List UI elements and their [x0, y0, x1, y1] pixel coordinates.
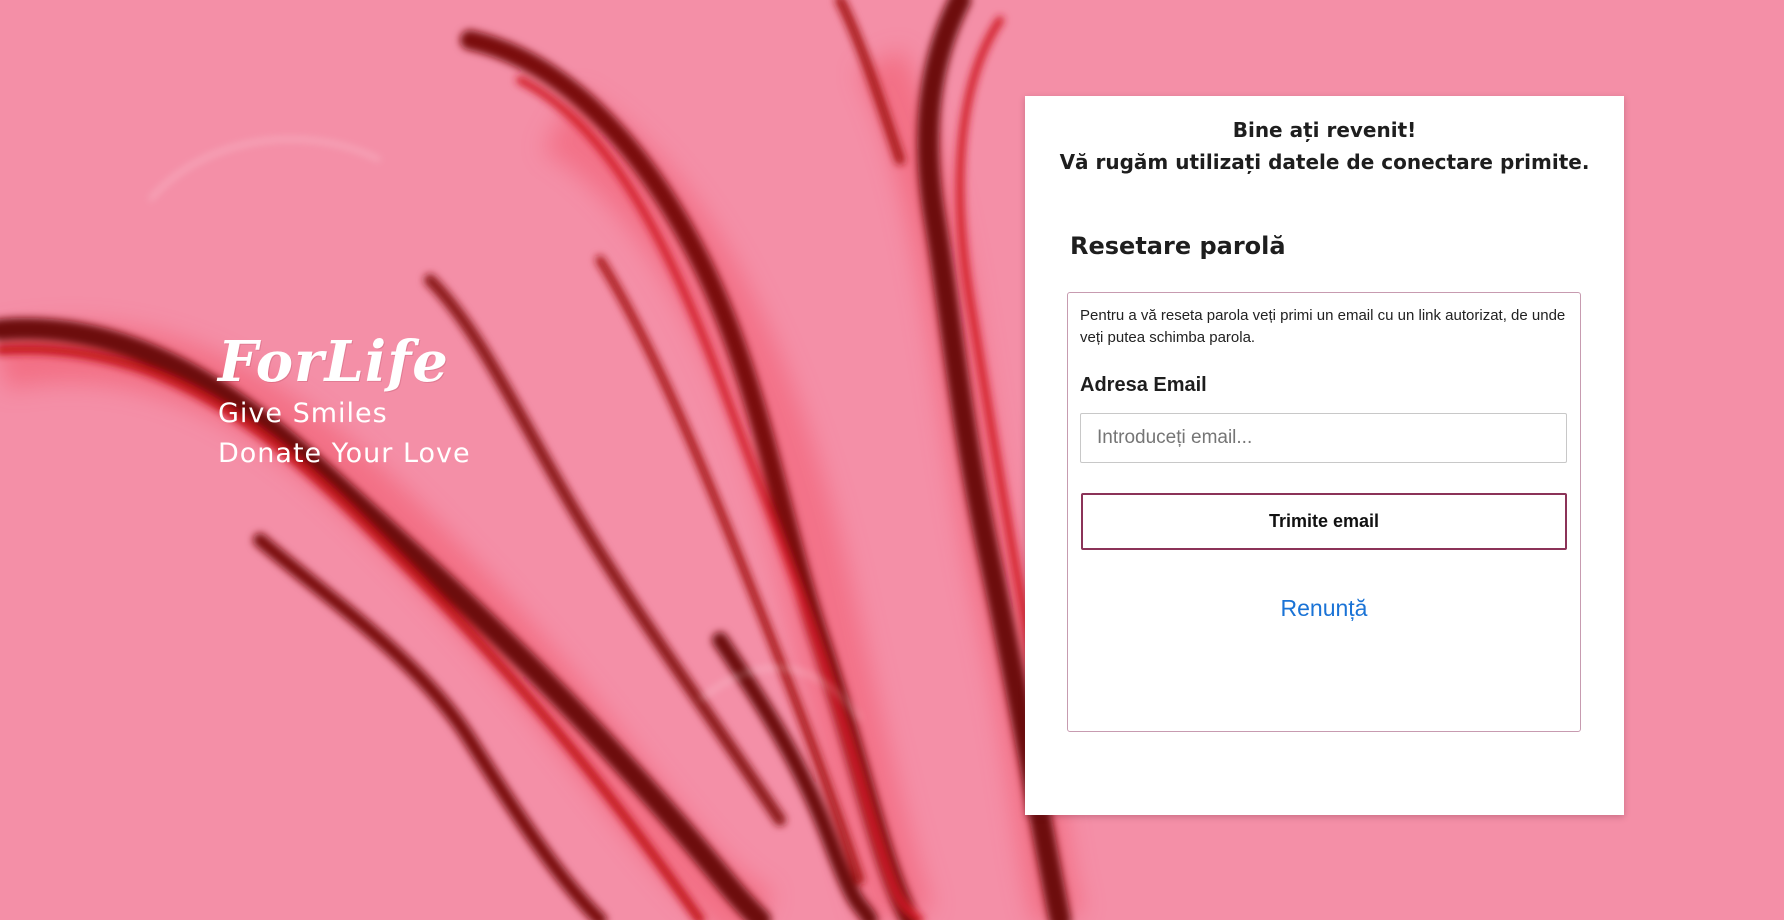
welcome-message: Bine ați revenit! Vă rugăm utilizați dat…: [1025, 114, 1624, 178]
reset-password-card: Bine ați revenit! Vă rugăm utilizați dat…: [1025, 96, 1624, 815]
reset-info-text: Pentru a vă reseta parola veți primi un …: [1080, 307, 1566, 346]
brand-block: ForLife Give Smiles Donate Your Love: [218, 330, 471, 474]
forlife-logo: ForLife: [218, 329, 449, 395]
tagline-donate-your-love: Donate Your Love: [218, 438, 471, 469]
tagline-give-smiles: Give Smiles: [218, 398, 388, 429]
email-field[interactable]: [1080, 413, 1567, 463]
welcome-title: Bine ați revenit!: [1232, 118, 1417, 142]
welcome-subtitle: Vă rugăm utilizați datele de conectare p…: [1059, 150, 1590, 174]
reset-form-panel: Pentru a vă reseta parola veți primi un …: [1067, 292, 1581, 732]
cancel-link[interactable]: Renunță: [1068, 595, 1580, 622]
send-email-button[interactable]: Trimite email: [1081, 493, 1567, 550]
email-label: Adresa Email: [1080, 374, 1207, 396]
section-title: Resetare parolă: [1070, 232, 1286, 260]
